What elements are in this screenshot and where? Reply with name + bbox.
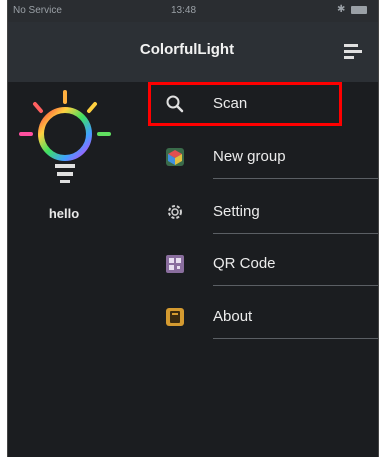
scan-highlight-box [148, 82, 342, 126]
device-frame [7, 0, 379, 457]
